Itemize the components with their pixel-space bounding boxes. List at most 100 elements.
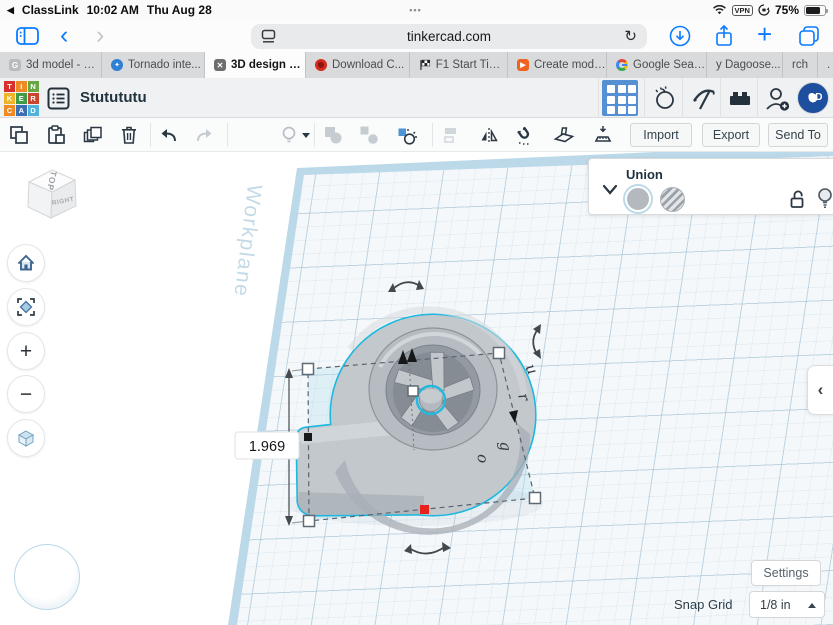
tab-overview-icon[interactable] — [798, 25, 820, 47]
shape-inspector-panel: Union — [588, 158, 833, 215]
tab-f1-timer[interactable]: F1 Start Timer — [410, 52, 508, 78]
back-to-app-icon[interactable]: ◀ — [7, 5, 14, 16]
red-favicon — [315, 59, 327, 71]
editor-3d-mode-button[interactable] — [602, 80, 638, 116]
add-collaborator-icon[interactable] — [763, 85, 791, 113]
address-bar[interactable]: tinkercad.com ↻ — [251, 24, 647, 49]
perspective-toggle-button[interactable] — [7, 419, 45, 457]
new-tab-icon[interactable]: + — [757, 19, 772, 50]
workplane-label: Workplane — [228, 183, 266, 299]
clock: 10:02 AM — [87, 3, 139, 17]
orbit-puck[interactable] — [14, 544, 80, 610]
shape-name-label: Union — [626, 167, 663, 182]
status-bar: ◀ ClassLink 10:02 AM Thu Aug 28 ••• VPN … — [0, 0, 833, 20]
snap-grid-value: 1/8 in — [760, 598, 791, 612]
logo-cell: K — [4, 93, 15, 104]
logo-cell: T — [4, 81, 15, 92]
wifi-icon — [712, 5, 727, 16]
downloads-icon[interactable] — [669, 25, 691, 47]
workplane-tool-icon[interactable] — [553, 124, 575, 146]
bulb-dropdown-caret[interactable] — [300, 124, 312, 146]
unlock-icon[interactable] — [787, 189, 807, 209]
design-menu-icon[interactable] — [47, 87, 70, 110]
snap-grid-label: Snap Grid — [674, 597, 733, 612]
duplicate-icon[interactable] — [82, 124, 104, 146]
caret-up-icon — [808, 603, 816, 608]
logo-cell: I — [16, 81, 27, 92]
ungroup-icon[interactable] — [358, 124, 380, 146]
fit-view-button[interactable] — [7, 288, 45, 326]
view-cube[interactable]: TOP RIGHT — [18, 160, 84, 224]
app-header: T I N K E R C A D Stutututu — [0, 78, 833, 118]
send-to-button[interactable]: Send To — [768, 123, 828, 147]
undo-icon[interactable] — [158, 124, 180, 146]
perspective-cube-icon — [16, 428, 36, 448]
hole-swatch[interactable] — [660, 187, 685, 212]
blocks-pickaxe-icon[interactable] — [690, 85, 716, 111]
export-button[interactable]: Export — [702, 123, 760, 147]
bricks-icon[interactable] — [727, 85, 753, 111]
tab-dagoose[interactable]: y Dagoose... — [707, 52, 783, 78]
copy-icon[interactable] — [8, 124, 30, 146]
snap-grid-select[interactable]: 1/8 in — [749, 591, 825, 618]
solid-color-swatch[interactable] — [625, 186, 651, 212]
design-canvas[interactable]: Workplane — [0, 152, 833, 625]
profile-avatar[interactable]: CD — [797, 82, 829, 114]
tinkercad-logo[interactable]: T I N K E R C A D — [4, 81, 39, 116]
magnet-icon[interactable] — [514, 124, 536, 146]
reload-icon[interactable]: ↻ — [624, 27, 637, 45]
tab-3d-model[interactable]: G 3d model - G... — [0, 52, 102, 78]
minus-icon: − — [20, 384, 32, 405]
tab-3d-design-active[interactable]: ✕ 3D design St... — [205, 52, 306, 78]
battery-icon — [804, 5, 826, 16]
logo-cell: N — [28, 81, 39, 92]
logo-cell: E — [16, 93, 27, 104]
tab-tornado[interactable]: ✦ Tornado inte... — [102, 52, 205, 78]
tab-sliver[interactable]: . — [818, 52, 833, 78]
group-icon[interactable] — [322, 124, 344, 146]
back-button[interactable]: ‹ — [60, 20, 68, 50]
tab-create-mode[interactable]: ▶ Create mode... — [508, 52, 607, 78]
zoom-in-button[interactable]: + — [7, 332, 45, 370]
zoom-out-button[interactable]: − — [7, 375, 45, 413]
page-layout-icon[interactable] — [261, 29, 276, 44]
screen: ◀ ClassLink 10:02 AM Thu Aug 28 ••• VPN … — [0, 0, 833, 625]
workplane[interactable] — [0, 152, 833, 625]
close-tab-icon[interactable]: ✕ — [214, 59, 226, 71]
paste-icon[interactable] — [45, 124, 67, 146]
home-view-button[interactable] — [7, 244, 45, 282]
logo-cell: R — [28, 93, 39, 104]
redo-icon[interactable] — [193, 124, 215, 146]
flip-mirror-icon[interactable] — [478, 124, 500, 146]
tab-download[interactable]: Download C... — [306, 52, 410, 78]
import-button[interactable]: Import — [630, 123, 692, 147]
vpn-badge: VPN — [732, 5, 753, 16]
tab-google-search[interactable]: Google Search — [607, 52, 707, 78]
design-title[interactable]: Stutututu — [80, 89, 147, 106]
share-icon[interactable] — [713, 24, 735, 48]
collapse-panel-chevron-icon[interactable] — [599, 181, 621, 199]
ruler-drop-icon[interactable] — [592, 124, 614, 146]
rotation-lock-icon — [758, 4, 770, 16]
forward-button[interactable]: › — [96, 20, 104, 50]
delete-icon[interactable] — [118, 124, 140, 146]
hide-bulb-icon[interactable] — [815, 186, 833, 210]
sidebar-toggle-icon[interactable] — [16, 27, 39, 45]
tornado-favicon: ✦ — [111, 59, 123, 71]
align-icon[interactable] — [395, 124, 417, 146]
settings-button[interactable]: Settings — [751, 560, 821, 586]
back-to-app-label[interactable]: ClassLink — [22, 3, 79, 17]
fit-view-icon — [16, 297, 36, 317]
logo-cell: D — [28, 105, 39, 116]
orange-favicon: ▶ — [517, 59, 529, 71]
status-ellipsis: ••• — [409, 5, 421, 15]
plus-icon: + — [20, 341, 32, 362]
tab-rch[interactable]: rch — [783, 52, 818, 78]
tab-strip: G 3d model - G... ✦ Tornado inte... ✕ 3D… — [0, 52, 833, 78]
show-all-bulb-icon[interactable] — [278, 124, 300, 146]
chevron-left-icon: ‹ — [818, 380, 824, 400]
expand-panel-flap[interactable]: ‹ — [807, 365, 833, 415]
distribute-icon[interactable] — [440, 124, 462, 146]
sim-lab-icon[interactable] — [652, 85, 678, 111]
url-text: tinkercad.com — [407, 29, 491, 44]
